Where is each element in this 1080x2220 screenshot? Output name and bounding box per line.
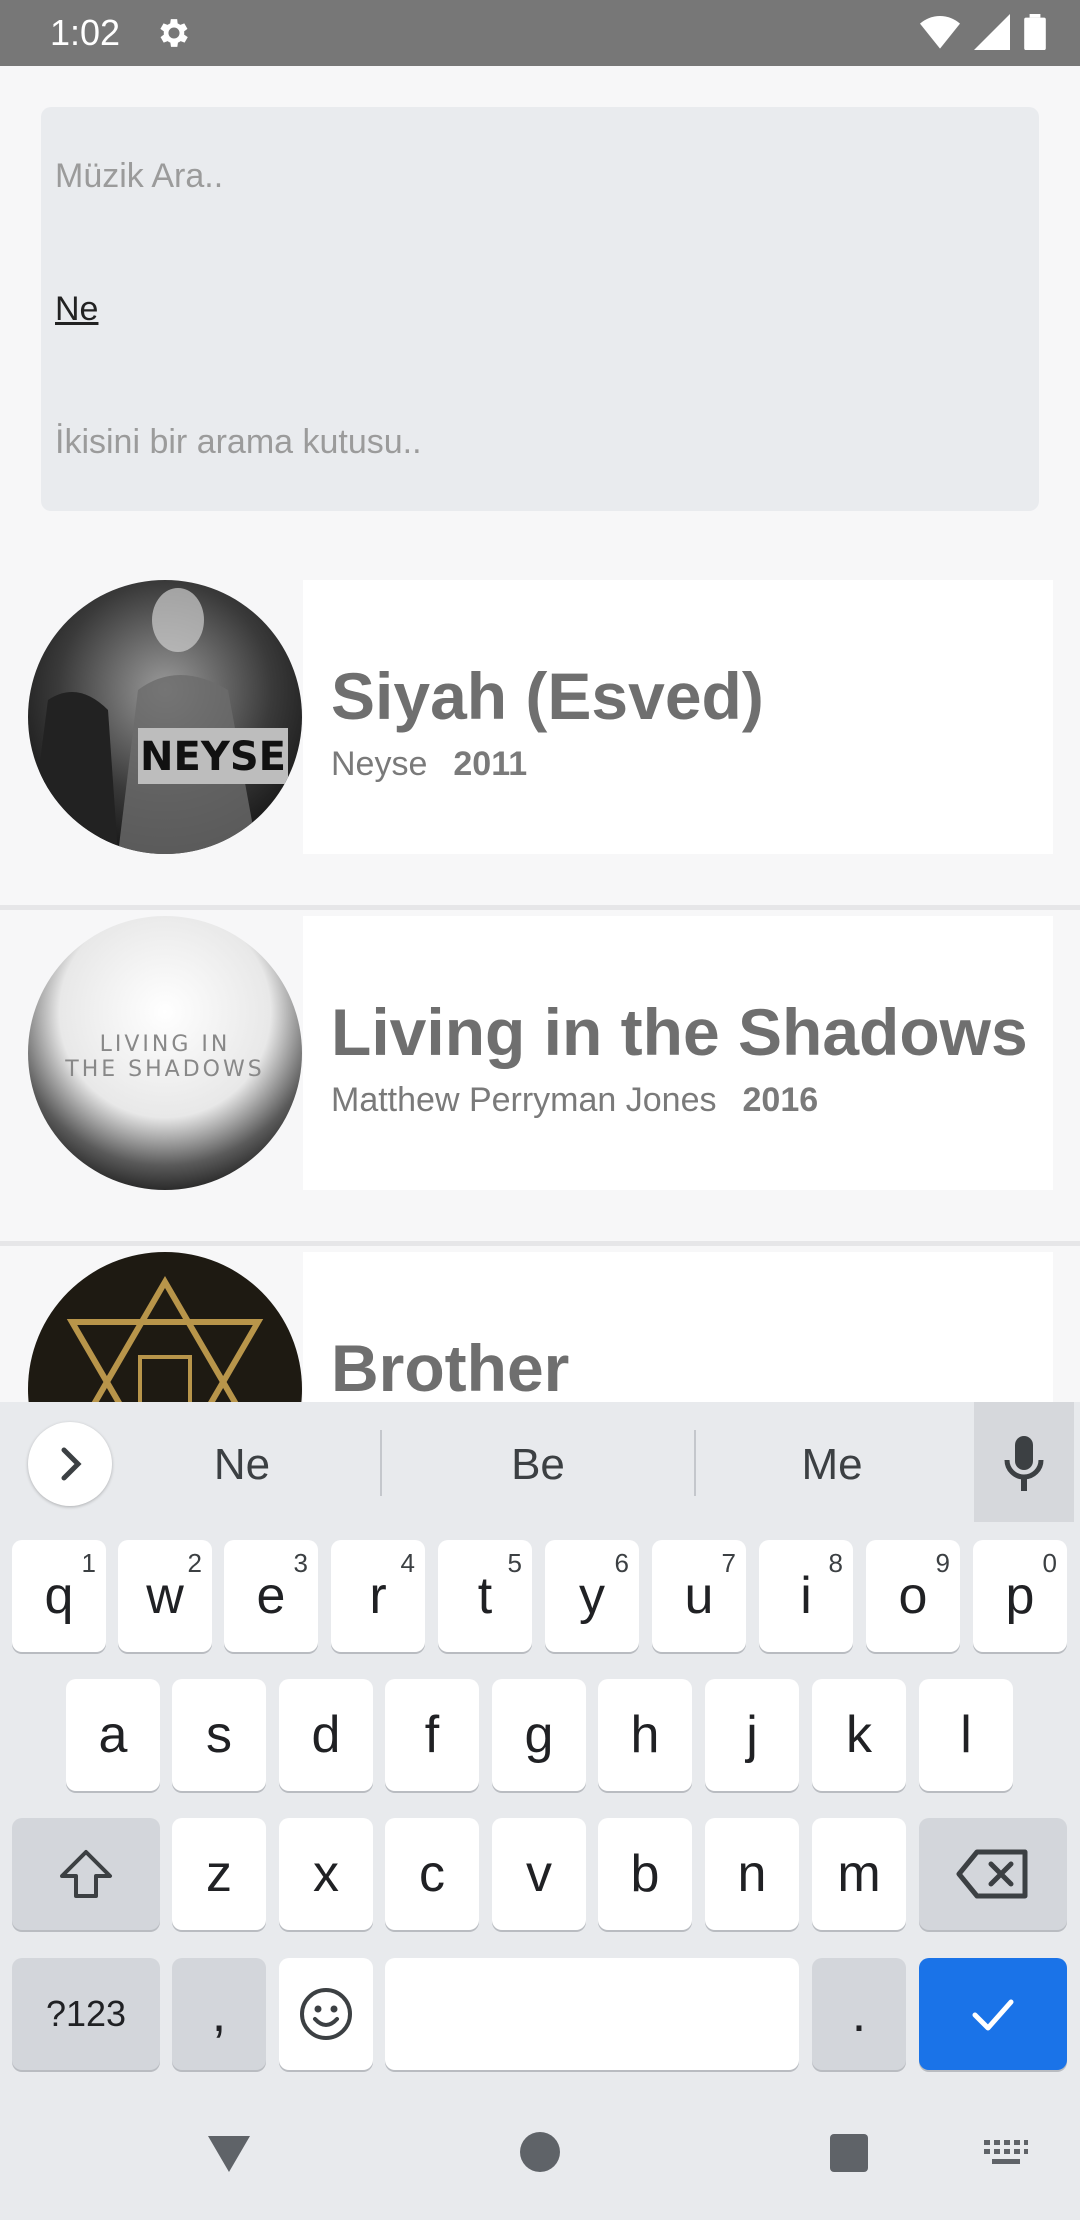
key-s[interactable]: s [172, 1679, 266, 1791]
divider [0, 905, 1080, 910]
key-x[interactable]: x [279, 1818, 373, 1930]
key-q[interactable]: q1 [12, 1540, 106, 1652]
period-key[interactable]: . [812, 1958, 906, 2070]
microphone-icon [1004, 1436, 1044, 1491]
key-t[interactable]: t5 [438, 1540, 532, 1652]
suggestion-2[interactable]: Be [418, 1440, 658, 1490]
key-b[interactable]: b [598, 1818, 692, 1930]
song-year: 2016 [742, 1081, 819, 1119]
song-card[interactable]: Siyah (Esved) Neyse 2011 [303, 580, 1053, 854]
on-screen-keyboard: Ne Be Me q1 w2 e3 r4 t5 y6 u7 i8 o9 p0 a… [0, 1402, 1080, 2220]
key-l[interactable]: l [919, 1679, 1013, 1791]
shift-key[interactable] [12, 1818, 160, 1930]
key-u[interactable]: u7 [652, 1540, 746, 1652]
emoji-icon [300, 1988, 352, 2040]
search-input[interactable]: Ne [55, 290, 98, 329]
backspace-key[interactable] [919, 1818, 1067, 1930]
album-art: LIVING IN THE SHADOWS [28, 916, 302, 1190]
song-artist: Matthew Perryman Jones [331, 1081, 717, 1119]
suggestion-1[interactable]: Ne [122, 1440, 362, 1490]
symbols-key[interactable]: ?123 [12, 1958, 160, 2070]
song-card[interactable]: Living in the Shadows Matthew Perryman J… [303, 916, 1053, 1190]
song-row[interactable]: NEYSE Siyah (Esved) Neyse 2011 [0, 580, 1080, 910]
key-p[interactable]: p0 [973, 1540, 1067, 1652]
back-triangle-icon[interactable] [206, 2130, 252, 2176]
key-v[interactable]: v [492, 1818, 586, 1930]
song-title: Siyah (Esved) [331, 659, 764, 733]
navigation-bar [0, 2094, 1080, 2220]
chevron-right-icon [61, 1447, 82, 1481]
key-n[interactable]: n [705, 1818, 799, 1930]
key-k[interactable]: k [812, 1679, 906, 1791]
key-r[interactable]: r4 [331, 1540, 425, 1652]
key-a[interactable]: a [66, 1679, 160, 1791]
comma-key[interactable]: , [172, 1958, 266, 2070]
suggestion-bar: Ne Be Me [0, 1402, 1080, 1522]
song-row[interactable]: LIVING IN THE SHADOWS Living in the Shad… [0, 916, 1080, 1246]
shift-icon [60, 1850, 112, 1898]
search-placeholder: Müzik Ara.. [55, 157, 224, 195]
key-f[interactable]: f [385, 1679, 479, 1791]
expand-suggestions-button[interactable] [28, 1422, 112, 1506]
key-c[interactable]: c [385, 1818, 479, 1930]
album-art: NEYSE [28, 580, 302, 854]
done-key[interactable] [919, 1958, 1067, 2070]
key-i[interactable]: i8 [759, 1540, 853, 1652]
checkmark-icon [972, 1999, 1014, 2031]
home-circle-icon[interactable] [518, 2130, 562, 2174]
song-title: Brother [331, 1331, 570, 1405]
key-h[interactable]: h [598, 1679, 692, 1791]
key-z[interactable]: z [172, 1818, 266, 1930]
backspace-icon [956, 1849, 1028, 1899]
divider [380, 1430, 382, 1496]
battery-icon [1024, 14, 1046, 50]
emoji-key[interactable] [279, 1958, 373, 2070]
key-m[interactable]: m [812, 1818, 906, 1930]
key-j[interactable]: j [705, 1679, 799, 1791]
album-art-text: THE SHADOWS [64, 1057, 264, 1082]
space-key[interactable] [385, 1958, 799, 2070]
status-icons [920, 14, 1046, 50]
song-artist: Neyse [331, 745, 428, 783]
status-bar: 1:02 [0, 0, 1080, 66]
divider [0, 1241, 1080, 1246]
song-year: 2011 [453, 745, 528, 783]
voice-input-button[interactable] [974, 1402, 1074, 1522]
key-g[interactable]: g [492, 1679, 586, 1791]
album-art-text: LIVING IN [100, 1032, 231, 1057]
album-art-text: NEYSE [140, 734, 286, 780]
key-o[interactable]: o9 [866, 1540, 960, 1652]
key-y[interactable]: y6 [545, 1540, 639, 1652]
status-time: 1:02 [50, 12, 121, 53]
key-w[interactable]: w2 [118, 1540, 212, 1652]
song-meta: Matthew Perryman Jones 2016 [331, 1081, 818, 1120]
keyboard-switch-icon[interactable] [982, 2138, 1030, 2168]
song-meta: Neyse 2011 [331, 745, 527, 784]
key-d[interactable]: d [279, 1679, 373, 1791]
divider [694, 1430, 696, 1496]
search-box[interactable]: Müzik Ara.. Ne İkisini bir arama kutusu.… [41, 107, 1039, 511]
settings-gear-icon [160, 19, 188, 47]
cell-signal-icon [974, 14, 1010, 50]
recents-square-icon[interactable] [828, 2132, 870, 2174]
wifi-icon [920, 16, 960, 49]
suggestion-3[interactable]: Me [712, 1440, 952, 1490]
search-hint: İkisini bir arama kutusu.. [55, 423, 422, 461]
key-e[interactable]: e3 [224, 1540, 318, 1652]
song-title: Living in the Shadows [331, 995, 1028, 1069]
